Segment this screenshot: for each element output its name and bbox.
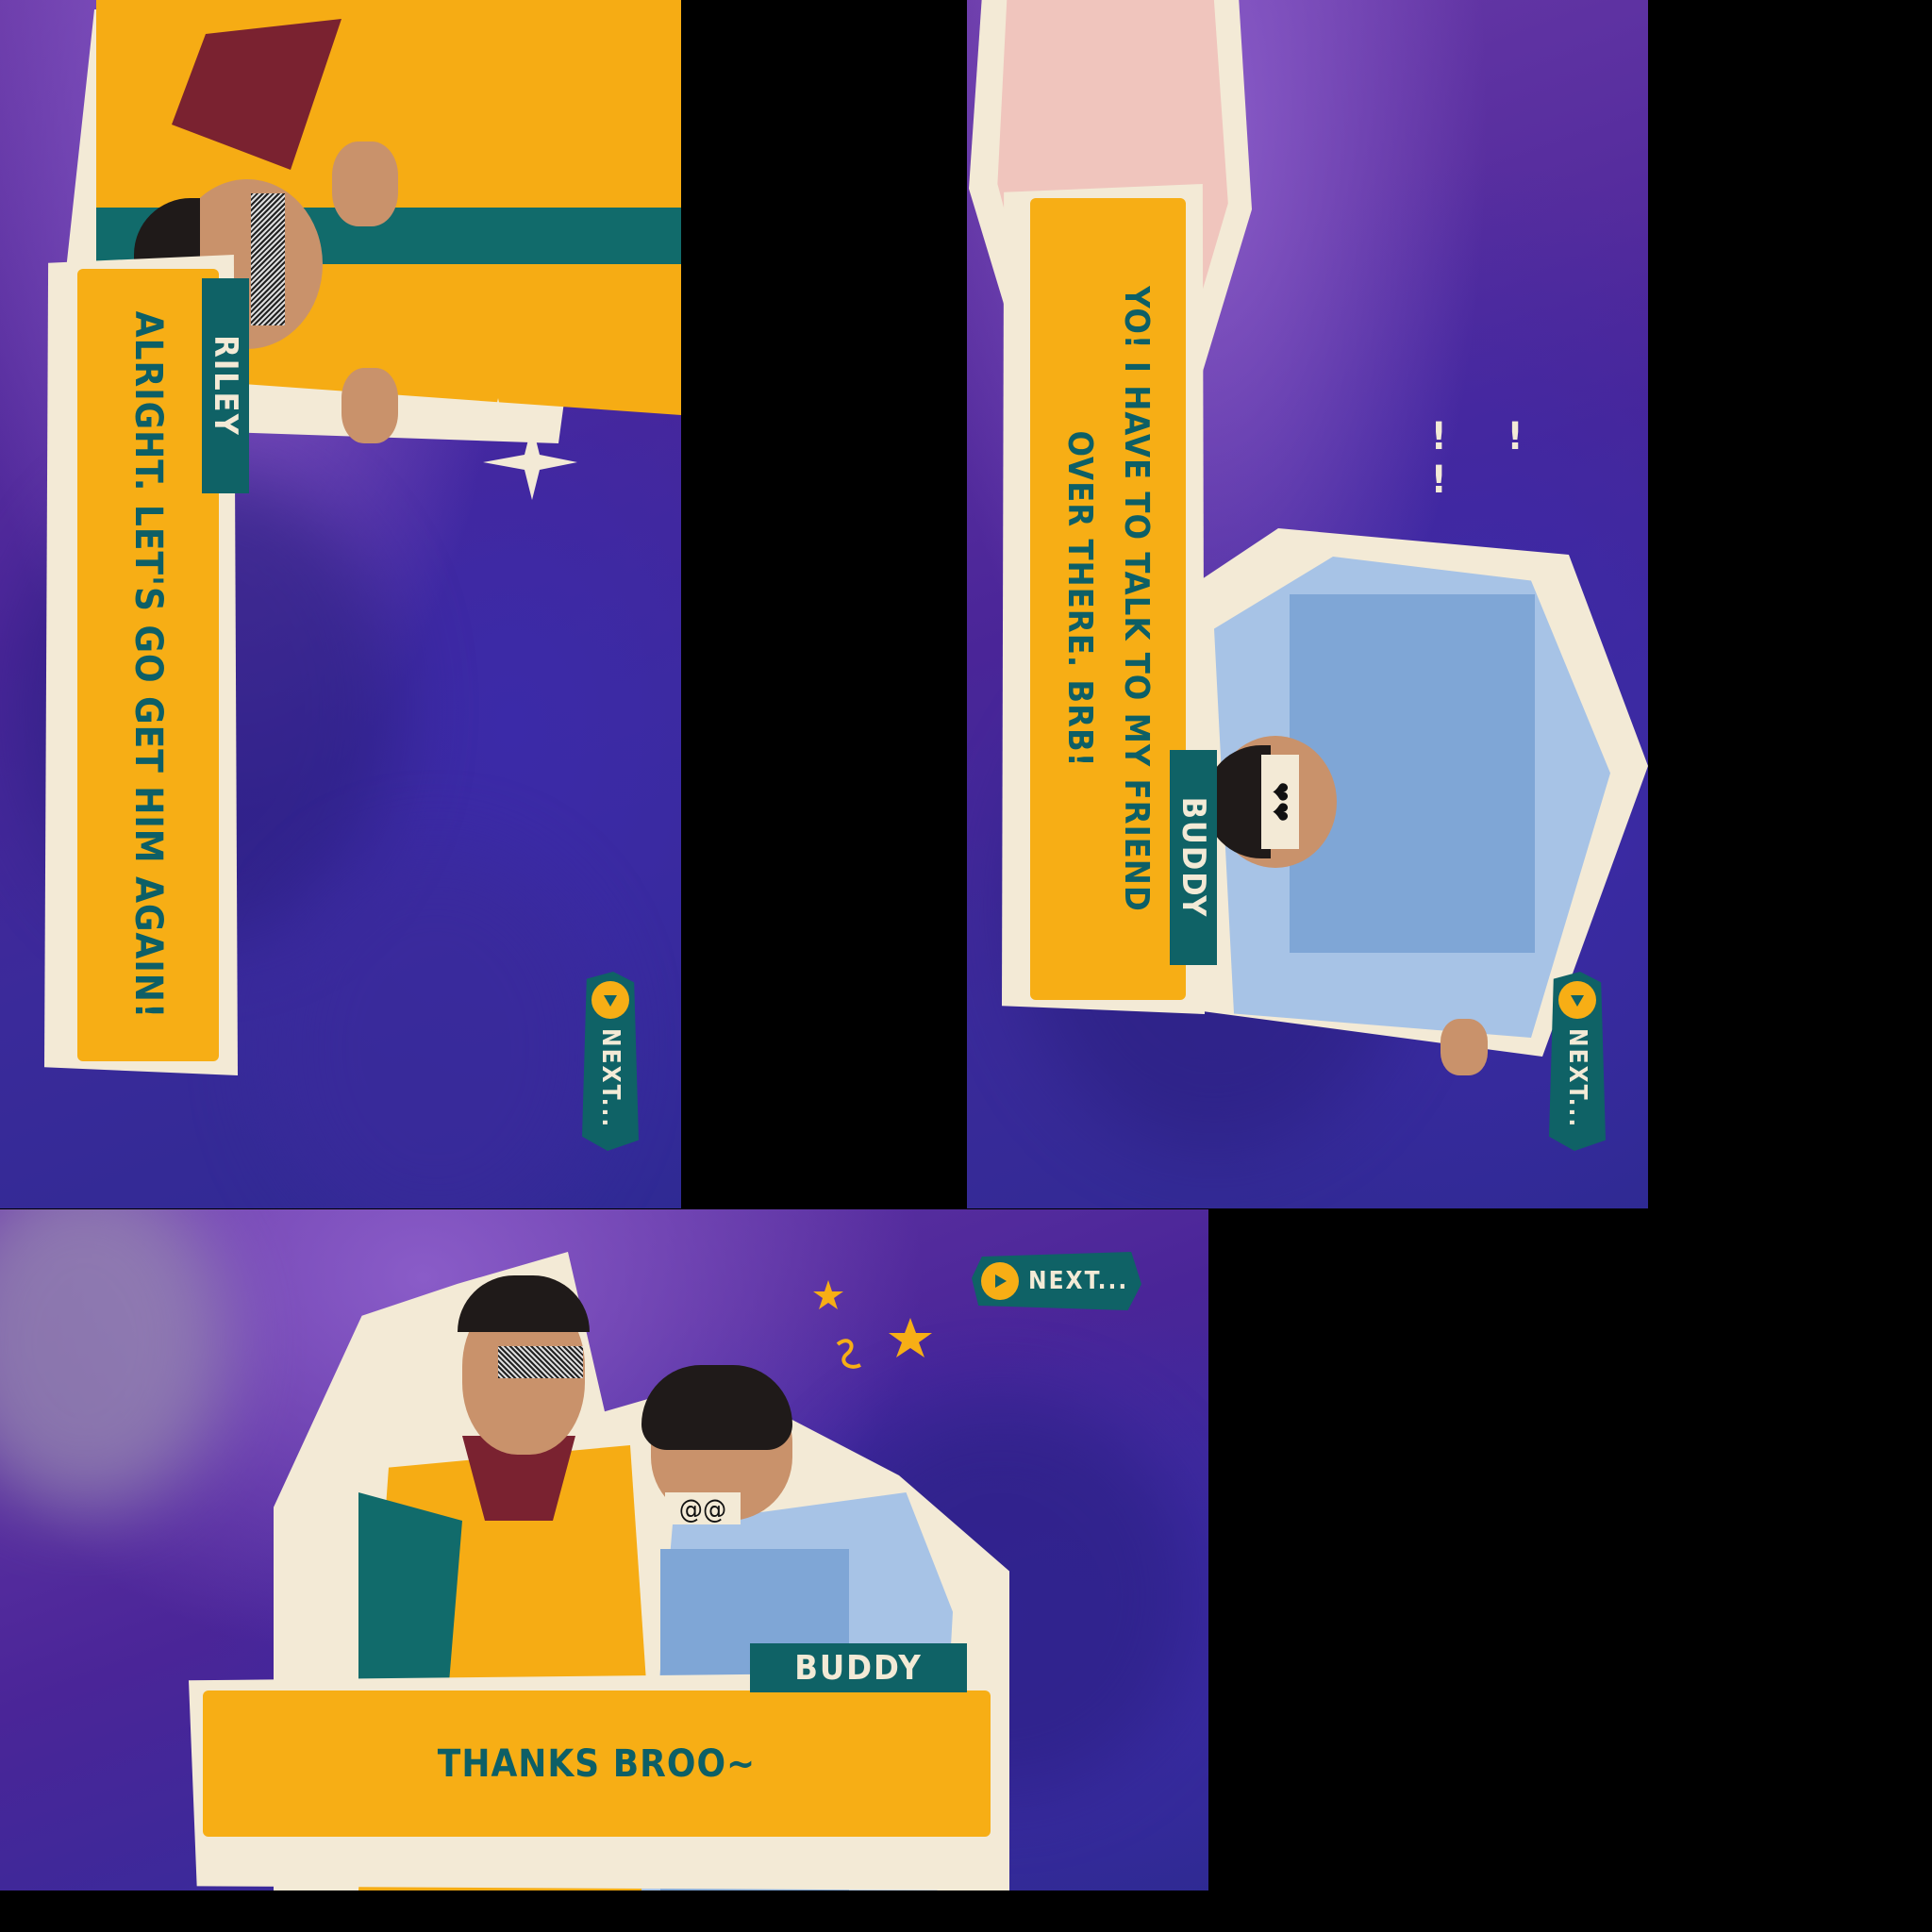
dialog-box: ALRIGHT. LET'S GO GET HIM AGAIN!	[77, 269, 219, 1061]
next-button[interactable]: NEXT...	[972, 1252, 1141, 1310]
scene-panel-buddy-brb: ! ! ! ❤❤ YO! I HAVE TO TALK TO MY FRIEND…	[967, 0, 1648, 1208]
buddy-fist	[1441, 1019, 1488, 1075]
buddy-hair	[641, 1365, 792, 1450]
dialog-text: THANKS BROO~	[437, 1741, 757, 1786]
riley-censor-eyes	[251, 193, 285, 325]
speaker-name-tag: BUDDY	[1170, 750, 1217, 965]
dialog-text: ALRIGHT. LET'S GO GET HIM AGAIN!	[126, 310, 170, 1020]
dialog-box: YO! I HAVE TO TALK TO MY FRIEND OVER THE…	[1030, 198, 1186, 1000]
next-label: NEXT...	[596, 1028, 625, 1129]
speaker-name-tag: RILEY	[202, 278, 249, 493]
scene-panel-riley: ALRIGHT. LET'S GO GET HIM AGAIN! RILEY N…	[0, 0, 681, 1208]
next-button[interactable]: NEXT...	[1549, 972, 1606, 1151]
next-label: NEXT...	[1028, 1267, 1129, 1295]
speaker-name: BUDDY	[794, 1648, 923, 1688]
play-icon	[981, 1262, 1019, 1300]
sparkle-icon	[474, 398, 577, 500]
scene-buddy-rotated: ! ! ! ❤❤ YO! I HAVE TO TALK TO MY FRIEND…	[967, 0, 1648, 1208]
speaker-name: RILEY	[207, 335, 244, 437]
next-label: NEXT...	[1563, 1028, 1591, 1129]
riley-thumbs-up-hand	[341, 368, 398, 443]
next-button[interactable]: NEXT...	[582, 972, 639, 1151]
speaker-name: BUDDY	[1174, 796, 1212, 919]
spiral-eyes-icon: @@	[665, 1492, 741, 1524]
heart-eyes-icon: ❤❤	[1261, 755, 1299, 849]
play-icon	[591, 981, 629, 1019]
star-icon	[813, 1280, 932, 1369]
riley-thumbs-up-hand	[332, 142, 398, 226]
play-icon	[1558, 981, 1596, 1019]
scene-panel-thanks: NEXT... @@ THANKS BROO~ BUDDY	[0, 1209, 1208, 1890]
bg-blob	[0, 1209, 226, 1511]
speaker-name-tag: BUDDY	[750, 1643, 967, 1692]
dialog-text: YO! I HAVE TO TALK TO MY FRIEND OVER THE…	[1060, 286, 1157, 912]
exclamation-marks: ! ! !	[1431, 415, 1548, 502]
scene-riley-rotated: ALRIGHT. LET'S GO GET HIM AGAIN! RILEY N…	[0, 0, 681, 1208]
bg-blob	[266, 849, 606, 1208]
dialog-box: THANKS BROO~	[203, 1690, 991, 1837]
riley-censor-eyes	[498, 1346, 583, 1378]
